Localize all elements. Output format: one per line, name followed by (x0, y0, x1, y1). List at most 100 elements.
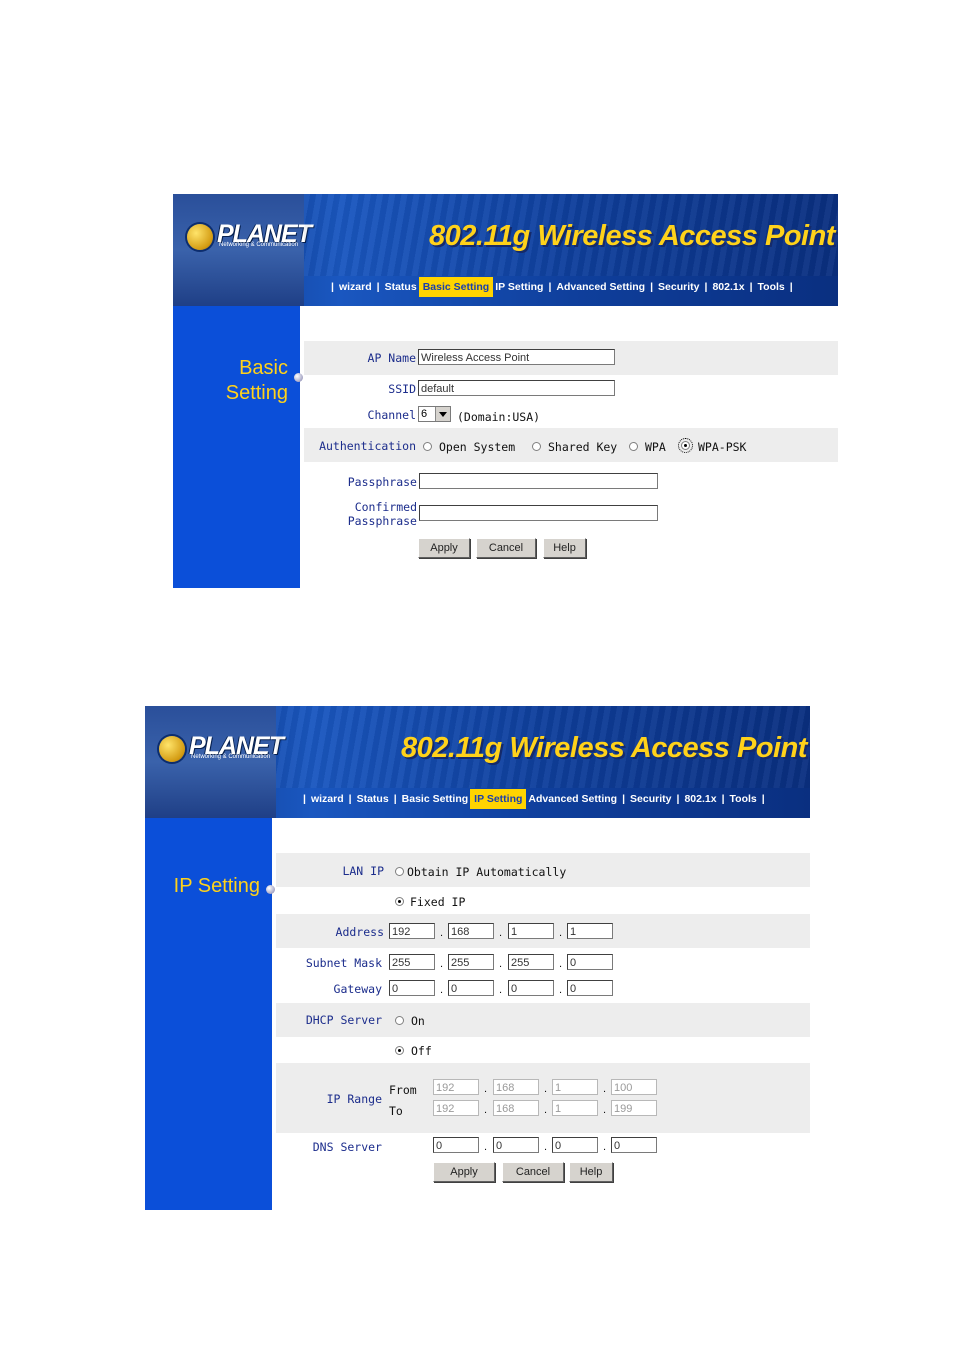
planet-globe-icon (187, 224, 213, 250)
gateway-octet-2[interactable]: 0 (448, 980, 494, 996)
auth-open-system-radio[interactable] (423, 442, 432, 451)
range-to-dot-1: . (484, 1104, 488, 1116)
auth-open-system-label: Open System (439, 440, 516, 454)
page-title: IP Setting (173, 875, 260, 897)
subnet-mask-label: Subnet Mask (305, 956, 382, 970)
nav-basic-setting[interactable]: Basic Setting (400, 790, 471, 808)
address-label: Address (335, 925, 384, 939)
obtain-ip-radio[interactable] (395, 867, 404, 876)
auth-wpa-psk-radio[interactable] (678, 438, 693, 453)
gateway-dot-2: . (499, 984, 503, 996)
cancel-button[interactable]: Cancel (476, 538, 536, 558)
range-to-dot-2: . (544, 1104, 548, 1116)
range-from-dot-1: . (484, 1083, 488, 1095)
help-button[interactable]: Help (569, 1162, 613, 1182)
confirmed-passphrase-input[interactable] (419, 505, 658, 521)
range-to-octet-2[interactable]: 168 (493, 1100, 539, 1116)
nav-8021x[interactable]: 802.1x (710, 278, 746, 296)
help-button[interactable]: Help (543, 538, 586, 558)
nav-ip-setting[interactable]: IP Setting (493, 278, 545, 296)
lan-ip-label: LAN IP (342, 864, 384, 878)
nav-advanced-setting[interactable]: Advanced Setting (526, 790, 619, 808)
dns-octet-1[interactable]: 0 (433, 1137, 479, 1153)
to-label: To (389, 1104, 403, 1118)
nav-wizard[interactable]: wizard (337, 278, 374, 296)
nav-ip-setting[interactable]: IP Setting (470, 789, 527, 809)
dns-octet-3[interactable]: 0 (552, 1137, 598, 1153)
dns-octet-2[interactable]: 0 (493, 1137, 539, 1153)
sidebar: IP Setting (145, 818, 272, 1210)
logo-subtitle: Networking & Communication (219, 242, 299, 248)
range-to-octet-4[interactable]: 199 (611, 1100, 657, 1116)
nav-wizard[interactable]: wizard (309, 790, 346, 808)
dns-dot-2: . (544, 1141, 548, 1153)
confirmed-passphrase-label: Confirmed Passphrase (304, 500, 417, 528)
subnet-octet-4[interactable]: 0 (567, 954, 613, 970)
dhcp-off-label: Off (411, 1044, 432, 1058)
cancel-button[interactable]: Cancel (502, 1162, 564, 1182)
product-title: 802.11g Wireless Access Point (429, 220, 835, 252)
apply-button[interactable]: Apply (418, 538, 470, 558)
gateway-octet-3[interactable]: 0 (508, 980, 554, 996)
logo-subtitle: Networking & Communication (191, 754, 271, 760)
address-dot-1: . (440, 927, 444, 939)
logo-box: PLANET Networking & Communication (173, 194, 312, 306)
passphrase-label: Passphrase (347, 475, 417, 489)
nav-advanced-setting[interactable]: Advanced Setting (554, 278, 647, 296)
channel-value: 6 (421, 408, 428, 420)
dns-dot-1: . (484, 1141, 488, 1153)
basic-setting-panel: PLANET Networking & Communication 802.11… (173, 194, 838, 588)
address-octet-4[interactable]: 1 (567, 923, 613, 939)
subnet-octet-1[interactable]: 255 (389, 954, 435, 970)
nav-bar: | wizard | Status | Basic Setting IP Settin… (300, 788, 768, 810)
address-octet-2[interactable]: 168 (448, 923, 494, 939)
confirmed-label-line-2: Passphrase (347, 514, 417, 528)
ap-name-input[interactable]: Wireless Access Point (418, 349, 615, 365)
nav-security[interactable]: Security (628, 790, 673, 808)
dns-dot-3: . (603, 1141, 607, 1153)
nav-security[interactable]: Security (656, 278, 701, 296)
passphrase-input[interactable] (419, 473, 658, 489)
address-octet-1[interactable]: 192 (389, 923, 435, 939)
dhcp-off-radio[interactable] (395, 1046, 404, 1055)
gateway-octet-1[interactable]: 0 (389, 980, 435, 996)
range-from-octet-4[interactable]: 100 (611, 1079, 657, 1095)
channel-select[interactable]: 6 (418, 406, 451, 422)
subnet-octet-2[interactable]: 255 (448, 954, 494, 970)
nav-tools[interactable]: Tools (756, 278, 787, 296)
gateway-label: Gateway (333, 982, 382, 996)
range-to-octet-1[interactable]: 192 (433, 1100, 479, 1116)
header-banner: PLANET Networking & Communication 802.11… (145, 706, 810, 818)
ssid-input[interactable]: default (418, 380, 615, 396)
logo-box: PLANET Networking & Communication (145, 706, 284, 818)
nav-status[interactable]: Status (383, 278, 419, 296)
auth-wpa-radio[interactable] (629, 442, 638, 451)
nav-basic-setting[interactable]: Basic Setting (418, 277, 494, 297)
range-from-octet-1[interactable]: 192 (433, 1079, 479, 1095)
dhcp-on-radio[interactable] (395, 1016, 404, 1025)
nav-status[interactable]: Status (355, 790, 391, 808)
range-to-octet-3[interactable]: 1 (552, 1100, 598, 1116)
dhcp-on-label: On (411, 1014, 425, 1028)
product-title: 802.11g Wireless Access Point (401, 732, 807, 764)
planet-globe-icon (159, 736, 185, 762)
gateway-dot-3: . (559, 984, 563, 996)
address-dot-3: . (559, 927, 563, 939)
auth-shared-key-radio[interactable] (532, 442, 541, 451)
gateway-octet-4[interactable]: 0 (567, 980, 613, 996)
ssid-label: SSID (388, 382, 416, 396)
range-from-octet-2[interactable]: 168 (493, 1079, 539, 1095)
page-title-line-1: Basic (239, 357, 288, 379)
apply-button[interactable]: Apply (433, 1162, 495, 1182)
address-octet-3[interactable]: 1 (508, 923, 554, 939)
fixed-ip-label: Fixed IP (410, 895, 466, 909)
dns-octet-4[interactable]: 0 (611, 1137, 657, 1153)
confirmed-label-line-1: Confirmed (354, 500, 417, 514)
range-from-octet-3[interactable]: 1 (552, 1079, 598, 1095)
nav-tools[interactable]: Tools (728, 790, 759, 808)
ip-setting-panel: PLANET Networking & Communication 802.11… (145, 706, 810, 1210)
nav-8021x[interactable]: 802.1x (682, 790, 718, 808)
fixed-ip-radio[interactable] (395, 897, 404, 906)
ap-name-label: AP Name (367, 351, 416, 365)
subnet-octet-3[interactable]: 255 (508, 954, 554, 970)
